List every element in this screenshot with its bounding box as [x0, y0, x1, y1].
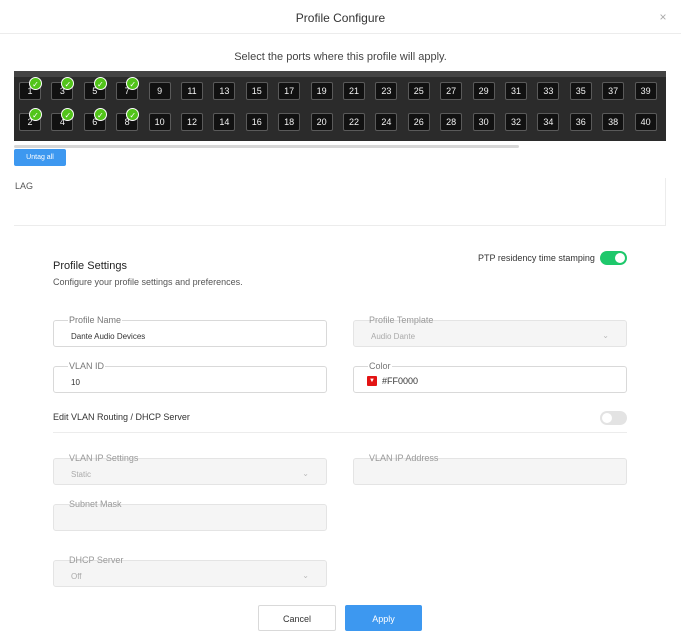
port-selection-instruction: Select the ports where this profile will… — [234, 51, 447, 63]
untag-all-button[interactable]: Untag all — [14, 149, 66, 166]
vlan-id-field[interactable]: VLAN ID 10 — [53, 360, 327, 393]
switch-port-panel: 1 ✓ 3 ✓ 5 ✓ 7 ✓ 9 11 13 15 17 19 21 23 25 27 29 31 33 35 37 39 2… — [14, 71, 666, 141]
port-39[interactable]: 39 — [634, 82, 657, 100]
divider — [53, 432, 627, 433]
vlan-routing-label: Edit VLAN Routing / DHCP Server — [53, 412, 190, 422]
port-22[interactable]: 22 — [343, 113, 365, 131]
ptp-timestamping-label: PTP residency time stamping — [478, 253, 595, 263]
check-icon: ✓ — [29, 77, 42, 90]
color-label: Color — [368, 360, 392, 372]
port-16[interactable]: 16 — [245, 113, 268, 131]
port-33[interactable]: 33 — [537, 82, 560, 100]
port-12[interactable]: 12 — [181, 113, 203, 131]
port-25[interactable]: 25 — [407, 82, 430, 100]
port-37[interactable]: 37 — [602, 82, 625, 100]
lag-section — [14, 178, 666, 226]
ptp-timestamping-toggle[interactable] — [600, 251, 627, 265]
toggle-knob — [615, 253, 625, 263]
vlan-id-label: VLAN ID — [68, 360, 106, 372]
port-11[interactable]: 11 — [181, 82, 203, 100]
check-icon: ✓ — [93, 108, 107, 121]
port-27[interactable]: 27 — [440, 82, 463, 100]
port-40[interactable]: 40 — [634, 113, 657, 131]
profile-name-value: Dante Audio Devices — [71, 332, 146, 341]
vlan-routing-toggle[interactable] — [600, 411, 627, 425]
port-17[interactable]: 17 — [278, 82, 301, 100]
chevron-down-icon: ⌄ — [302, 571, 309, 580]
vlan-ip-settings-label: VLAN IP Settings — [69, 453, 139, 463]
port-30[interactable]: 30 — [472, 113, 495, 131]
dhcp-server-label: DHCP Server — [69, 555, 124, 565]
port-panel-scrollbar[interactable] — [14, 145, 519, 148]
color-value: #FF0000 — [382, 376, 419, 386]
cancel-button[interactable]: Cancel — [258, 605, 336, 631]
dhcp-server-value: Off — [71, 572, 82, 581]
color-swatch-icon[interactable]: ▼ — [367, 376, 377, 386]
port-32[interactable]: 32 — [505, 113, 527, 131]
port-9[interactable]: 9 — [148, 82, 171, 100]
close-icon[interactable]: × — [657, 10, 669, 24]
port-23[interactable]: 23 — [375, 82, 398, 100]
port-38[interactable]: 38 — [602, 113, 625, 131]
profile-name-field[interactable]: Profile Name Dante Audio Devices — [53, 314, 327, 347]
port-36[interactable]: 36 — [569, 113, 592, 131]
port-21[interactable]: 21 — [343, 82, 365, 100]
dialog-title: Profile Configure — [295, 11, 386, 25]
port-20[interactable]: 20 — [310, 113, 333, 131]
profile-template-select: Profile Template Audio Dante ⌄ — [353, 315, 627, 347]
chevron-down-icon: ⌄ — [302, 469, 309, 478]
chevron-down-icon: ⌄ — [602, 331, 609, 340]
port-29[interactable]: 29 — [472, 82, 495, 100]
vlan-ip-settings-select: VLAN IP Settings Static ⌄ — [53, 453, 327, 485]
dialog-header: Profile Configure × — [0, 0, 681, 34]
port-34[interactable]: 34 — [537, 113, 560, 131]
switch-panel-edge — [14, 71, 666, 77]
profile-settings-title: Profile Settings — [53, 260, 127, 272]
check-icon: ✓ — [29, 108, 42, 121]
port-14[interactable]: 14 — [213, 113, 236, 131]
check-icon: ✓ — [93, 77, 107, 90]
profile-name-label: Profile Name — [68, 314, 123, 326]
port-15[interactable]: 15 — [245, 82, 268, 100]
port-18[interactable]: 18 — [278, 113, 301, 131]
lag-label: LAG — [15, 181, 34, 191]
subnet-mask-label: Subnet Mask — [69, 499, 122, 509]
port-10[interactable]: 10 — [148, 113, 171, 131]
port-31[interactable]: 31 — [505, 82, 527, 100]
toggle-knob — [602, 413, 612, 423]
port-24[interactable]: 24 — [375, 113, 398, 131]
vlan-ip-address-field: VLAN IP Address — [353, 453, 627, 485]
port-13[interactable]: 13 — [213, 82, 236, 100]
port-19[interactable]: 19 — [310, 82, 333, 100]
vlan-ip-address-label: VLAN IP Address — [369, 453, 439, 463]
color-field[interactable]: Color ▼ #FF0000 — [353, 360, 627, 393]
vlan-id-value: 10 — [71, 378, 80, 387]
apply-button[interactable]: Apply — [345, 605, 422, 631]
port-35[interactable]: 35 — [569, 82, 592, 100]
dhcp-server-select: DHCP Server Off ⌄ — [53, 555, 327, 587]
port-28[interactable]: 28 — [440, 113, 463, 131]
profile-template-label: Profile Template — [369, 315, 434, 325]
profile-settings-subtitle: Configure your profile settings and pref… — [53, 277, 243, 287]
port-26[interactable]: 26 — [407, 113, 430, 131]
subnet-mask-field: Subnet Mask — [53, 499, 327, 531]
profile-template-value: Audio Dante — [371, 332, 416, 341]
vlan-ip-settings-value: Static — [71, 470, 92, 479]
